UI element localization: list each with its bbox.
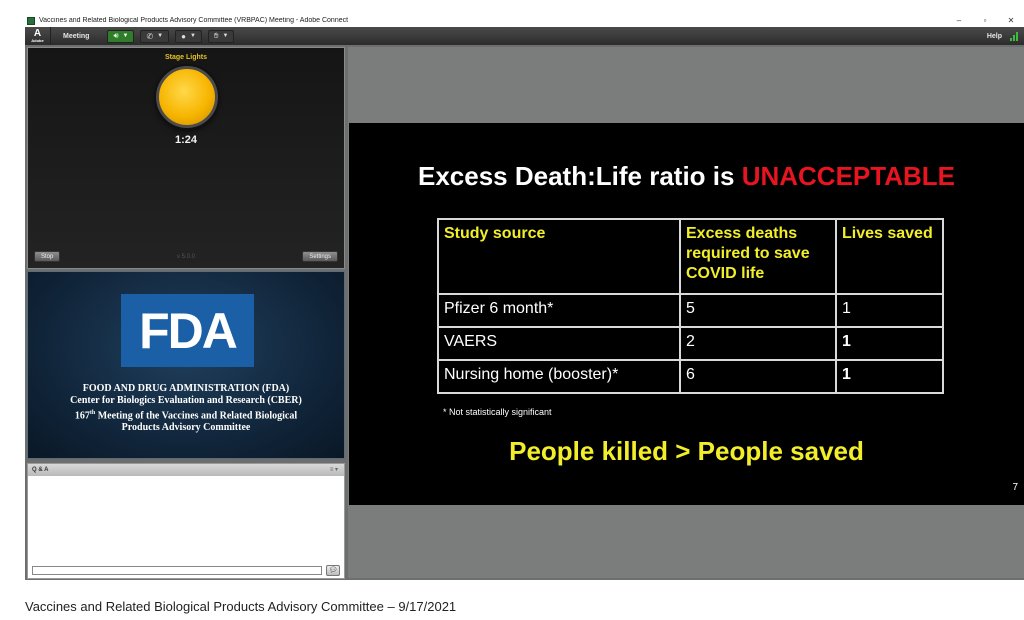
table-header: Lives saved <box>835 218 944 295</box>
adobe-logo-text: Adobe <box>31 38 44 43</box>
fda-line-1: FOOD AND DRUG ADMINISTRATION (FDA) <box>82 383 290 394</box>
table-row: VAERS 2 1 <box>437 326 944 361</box>
fda-branding-pod: FDA FOOD AND DRUG ADMINISTRATION (FDA) C… <box>27 271 345 459</box>
speaker-icon: 🔊︎ <box>113 31 119 40</box>
phone-button[interactable]: ✆ ▼ <box>140 29 170 43</box>
settings-button[interactable]: Settings <box>302 251 338 262</box>
adobe-logo: A Adobe <box>25 27 51 45</box>
countdown-timer: 1:24 <box>174 134 198 146</box>
fda-logo-text: FDA <box>139 302 238 359</box>
phone-icon: ✆ <box>146 31 154 41</box>
chevron-down-icon: ▼ <box>122 33 129 39</box>
speech-bubble-icon: 💬︎ <box>328 567 338 574</box>
chevron-down-icon: ▼ <box>157 33 164 39</box>
slide-punchline: People killed > People saved <box>509 436 864 466</box>
version-label: v 5.0.0 <box>176 254 195 260</box>
stage-light-indicator <box>156 66 218 128</box>
adobe-connect-app-icon <box>27 16 35 25</box>
slide-footnote: * Not statistically significant <box>443 407 552 417</box>
stage-lights-label: Stage Lights <box>164 54 207 61</box>
table-row: Nursing home (booster)* 6 1 <box>437 359 944 394</box>
table-row: Pfizer 6 month* 5 1 <box>437 293 944 328</box>
table-cell: Pfizer 6 month* <box>437 293 681 328</box>
table-header-row: Study source Excess deaths required to s… <box>437 218 944 295</box>
adobe-logo-letter: A <box>33 28 42 39</box>
close-button[interactable]: ✕ <box>998 16 1024 25</box>
presentation-slide: Excess Death:Life ratio is UNACCEPTABLE … <box>349 123 1024 505</box>
fda-logo: FDA <box>121 294 254 367</box>
qa-pod: Q & A ≡ ▾ 💬︎ <box>27 463 345 579</box>
fda-line-2: Center for Biologics Evaluation and Rese… <box>70 395 302 406</box>
window-titlebar: Vaccines and Related Biological Products… <box>25 13 1024 28</box>
page-caption: Vaccines and Related Biological Products… <box>25 599 457 614</box>
restore-button[interactable]: ▫ <box>972 16 998 25</box>
table-header: Excess deaths required to save COVID lif… <box>679 218 837 295</box>
webcam-button[interactable]: ● ▼ <box>175 29 202 43</box>
stage-lights-pod: Stage Lights 1:24 v 5.0.0 Stop Settings <box>27 47 345 269</box>
help-menu[interactable]: Help <box>979 33 1010 40</box>
qa-message-list[interactable] <box>28 476 344 564</box>
table-cell: Nursing home (booster)* <box>437 359 681 394</box>
chevron-down-icon: ▼ <box>189 33 196 39</box>
window-title: Vaccines and Related Biological Products… <box>39 17 349 24</box>
table-cell: 6 <box>679 359 837 394</box>
qa-question-input[interactable] <box>32 566 322 575</box>
meeting-menu[interactable]: Meeting <box>51 33 101 40</box>
table-cell: 1 <box>835 326 944 361</box>
speaker-toggle-button[interactable]: 🔊︎ ▼ <box>107 29 135 43</box>
webcam-icon: ● <box>181 31 186 41</box>
screen-share-pod: Excess Death:Life ratio is UNACCEPTABLE … <box>348 47 1024 578</box>
excess-death-table: Study source Excess deaths required to s… <box>437 218 944 394</box>
pod-options-icon[interactable]: ≡ ▾ <box>330 464 344 476</box>
table-cell: 1 <box>835 359 944 394</box>
meeting-workspace: Stage Lights 1:24 v 5.0.0 Stop Settings … <box>25 45 1024 580</box>
qa-header: Q & A ≡ ▾ <box>28 464 344 476</box>
table-cell: 5 <box>679 293 837 328</box>
fda-meeting-text: FOOD AND DRUG ADMINISTRATION (FDA) Cente… <box>28 383 344 434</box>
table-cell: 1 <box>835 293 944 328</box>
qa-title: Q & A <box>32 467 49 473</box>
slide-title-highlight: UNACCEPTABLE <box>741 161 955 191</box>
slide-number: 7 <box>1012 482 1018 493</box>
menu-bar: A Adobe Meeting 🔊︎ ▼ ✆ ▼ ● ▼ ✋︎ ▼ Help <box>25 27 1024 45</box>
raise-hand-icon: ✋︎ <box>213 31 219 40</box>
slide-title: Excess Death:Life ratio is UNACCEPTABLE <box>418 161 955 191</box>
connection-signal-icon <box>1010 31 1020 41</box>
table-cell: 2 <box>679 326 837 361</box>
minimize-button[interactable]: – <box>946 16 972 25</box>
fda-line-3: 167th Meeting of the Vaccines and Relate… <box>74 410 298 422</box>
table-cell: VAERS <box>437 326 681 361</box>
status-button[interactable]: ✋︎ ▼ <box>207 29 235 43</box>
stop-button[interactable]: Stop <box>34 251 61 262</box>
fda-line-4: Products Advisory Committee <box>121 422 251 434</box>
chevron-down-icon: ▼ <box>222 33 229 39</box>
send-question-button[interactable]: 💬︎ <box>326 565 340 576</box>
table-header: Study source <box>437 218 681 295</box>
